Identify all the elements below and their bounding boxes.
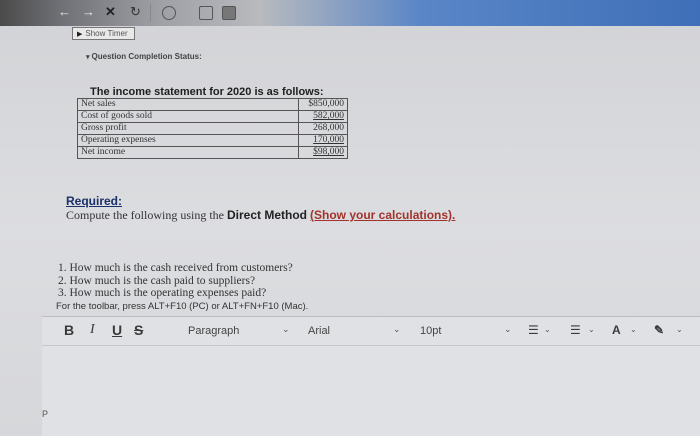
statement-title: The income statement for 2020 is as foll… xyxy=(90,86,324,98)
play-icon: ▶ xyxy=(77,31,83,38)
editor-text-area[interactable] xyxy=(42,346,700,436)
chevron-down-icon[interactable]: ⌄ xyxy=(504,324,512,335)
font-family-select[interactable]: Arial xyxy=(308,325,330,337)
toolbar-divider xyxy=(150,4,151,22)
statement-label: Cost of goods sold xyxy=(77,110,299,123)
chevron-down-icon[interactable]: ⌄ xyxy=(588,325,595,334)
editor-toolbar: B I U S Paragraph ⌄ Arial ⌄ 10pt ⌄ ☰ ⌄ ☰… xyxy=(42,317,700,346)
chevron-down-icon: ▾ xyxy=(86,54,90,61)
income-statement-table: Net sales $850,000 Cost of goods sold 582,0… xyxy=(77,98,348,159)
rich-text-editor: B I U S Paragraph ⌄ Arial ⌄ 10pt ⌄ ☰ ⌄ ☰… xyxy=(42,316,700,436)
statement-row: Operating expenses 170,000 xyxy=(77,134,348,147)
chevron-down-icon[interactable]: ⌄ xyxy=(544,325,551,334)
strikethrough-button[interactable]: S xyxy=(134,322,143,338)
stop-icon[interactable]: ✕ xyxy=(105,4,116,20)
statement-label: Net sales xyxy=(77,98,299,111)
extension-icon[interactable] xyxy=(199,6,213,20)
question-item: 3. How much is the operating expenses pa… xyxy=(58,287,267,299)
instruction-prefix: Compute the following using the xyxy=(66,208,227,222)
statement-row: Cost of goods sold 582,000 xyxy=(77,110,348,123)
statement-label: Gross profit xyxy=(77,122,299,135)
question-item: 2. How much is the cash paid to supplier… xyxy=(58,274,256,287)
back-icon[interactable]: ← xyxy=(58,4,71,19)
paragraph-select[interactable]: Paragraph xyxy=(188,325,239,337)
highlight-color-icon[interactable]: ✎ xyxy=(654,323,664,337)
statement-value: $850,000 xyxy=(298,98,348,111)
statement-value: 170,000 xyxy=(298,134,348,147)
extension-icon[interactable] xyxy=(162,6,176,20)
page-content: ▶ Show Timer ▾ Question Completion Status:… xyxy=(0,26,700,436)
statement-row: Gross profit 268,000 xyxy=(77,122,348,135)
extension-icon[interactable] xyxy=(222,6,236,20)
forward-icon[interactable]: → xyxy=(82,4,95,19)
question-item: 1. How much is the cash received from cu… xyxy=(58,262,293,274)
bullet-list-icon[interactable]: ☰ xyxy=(528,323,539,337)
status-label: Question Completion Status: xyxy=(91,52,202,61)
show-timer-button[interactable]: ▶ Show Timer xyxy=(72,27,135,40)
chevron-down-icon[interactable]: ⌄ xyxy=(393,324,401,335)
italic-button[interactable]: I xyxy=(90,322,95,338)
required-heading: Required: xyxy=(66,194,123,208)
chevron-down-icon[interactable]: ⌄ xyxy=(282,324,290,335)
text-color-icon[interactable]: A xyxy=(612,323,621,337)
chevron-down-icon[interactable]: ⌄ xyxy=(676,325,683,334)
numbered-list-icon[interactable]: ☰ xyxy=(570,323,581,337)
statement-label: Operating expenses xyxy=(77,134,299,147)
show-calculations-note: (Show your calculations). xyxy=(310,208,456,222)
editor-path-indicator: P xyxy=(42,409,49,419)
statement-value: $98,000 xyxy=(298,146,348,159)
font-size-select[interactable]: 10pt xyxy=(420,325,441,337)
statement-row: Net income $98,000 xyxy=(77,146,348,159)
statement-label: Net income xyxy=(77,146,299,159)
question-completion-status[interactable]: ▾ Question Completion Status: xyxy=(86,52,202,61)
statement-row: Net sales $850,000 xyxy=(77,98,348,111)
instruction-text: Compute the following using the Direct M… xyxy=(66,208,455,223)
chevron-down-icon[interactable]: ⌄ xyxy=(630,325,637,334)
question-list: 1. How much is the cash received from cu… xyxy=(58,262,293,300)
browser-toolbar: ← → ✕ ↻ xyxy=(0,0,700,26)
statement-value: 268,000 xyxy=(298,122,348,135)
bold-button[interactable]: B xyxy=(64,322,74,338)
show-timer-label: Show Timer xyxy=(85,29,128,38)
underline-button[interactable]: U xyxy=(112,322,122,338)
reload-icon[interactable]: ↻ xyxy=(130,4,141,20)
method-name: Direct Method xyxy=(227,208,308,222)
toolbar-hint: For the toolbar, press ALT+F10 (PC) or A… xyxy=(56,301,309,312)
statement-value: 582,000 xyxy=(298,110,348,123)
